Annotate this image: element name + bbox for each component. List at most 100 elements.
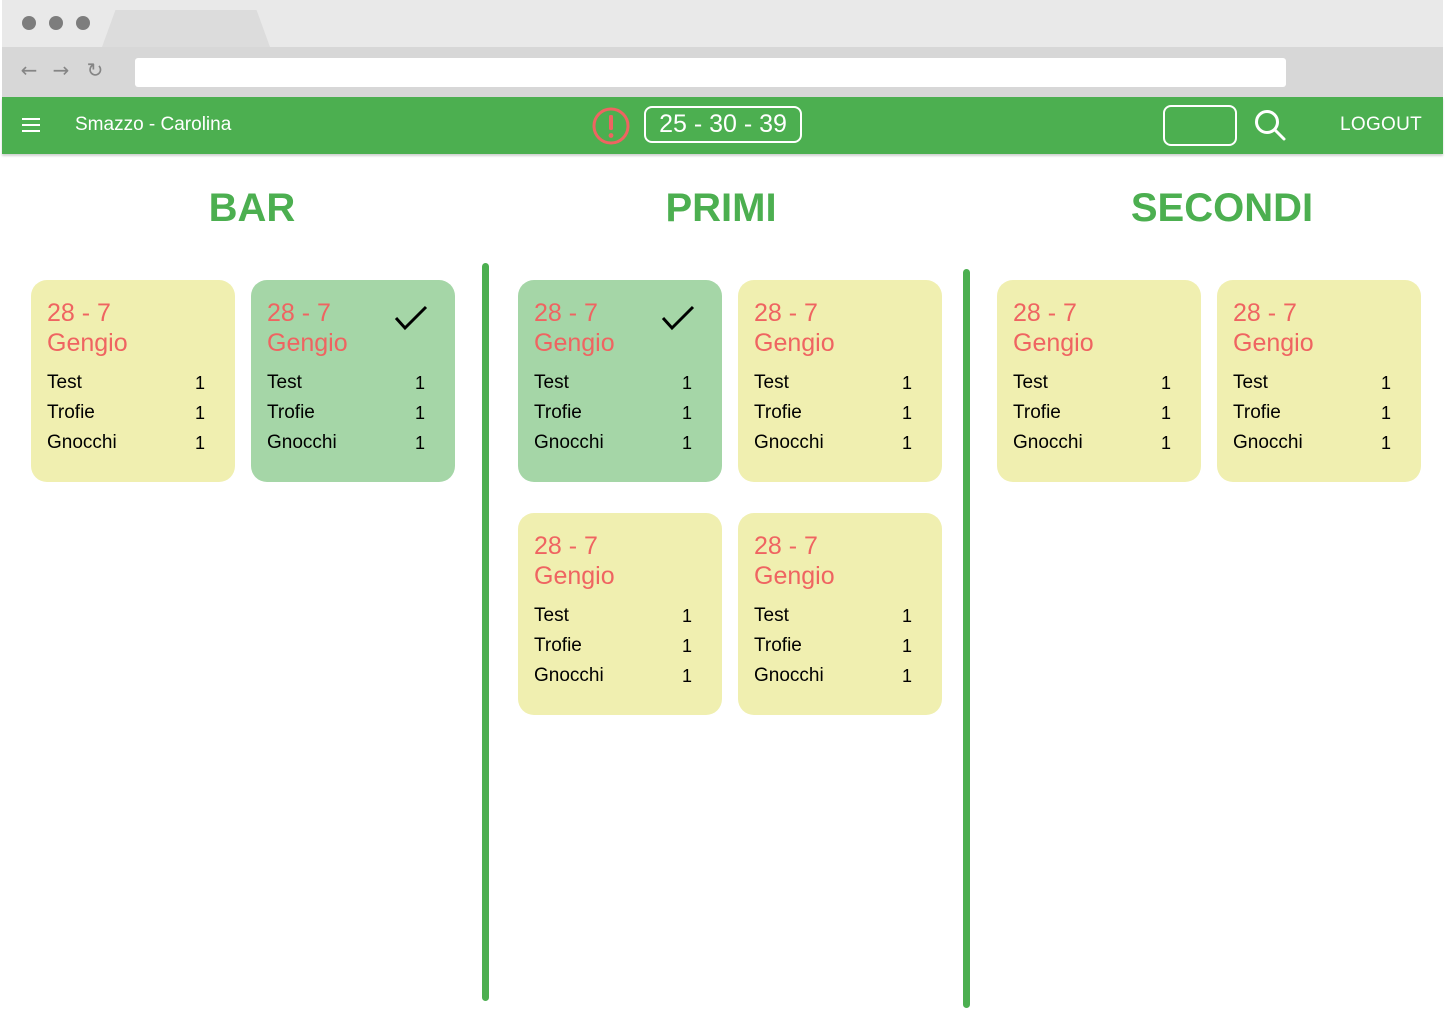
alert-icon[interactable]: [591, 106, 631, 146]
item-label: Trofie: [534, 635, 582, 656]
item-label: Gnocchi: [267, 432, 337, 453]
item-quantity: 1: [194, 433, 205, 453]
card-item-row: Gnocchi 1: [754, 661, 926, 691]
url-bar[interactable]: [135, 58, 1286, 87]
item-label: Trofie: [534, 402, 582, 423]
logout-button[interactable]: LOGOUT: [1340, 114, 1422, 136]
card-item-row: Gnocchi 1: [1233, 428, 1405, 458]
item-quantity: 1: [681, 606, 692, 626]
item-quantity: 1: [414, 403, 425, 423]
item-label: Trofie: [1233, 402, 1281, 423]
app-title: Smazzo - Carolina: [75, 114, 232, 135]
card-customer-name: Gengio: [1233, 329, 1314, 357]
card-item-row: Trofie 1: [534, 398, 706, 428]
order-card[interactable]: 28 - 7 Gengio Test 1 Trofie 1 Gnocchi 1: [518, 280, 722, 482]
column-title-bar: BAR: [208, 186, 296, 230]
back-arrow-icon[interactable]: ←: [18, 57, 40, 83]
item-label: Trofie: [47, 402, 95, 423]
card-table-number: 28 - 7: [1013, 299, 1077, 327]
item-label: Test: [1233, 372, 1268, 393]
item-label: Trofie: [1013, 402, 1061, 423]
item-quantity: 1: [1160, 403, 1171, 423]
item-label: Gnocchi: [534, 665, 604, 686]
card-table-number: 28 - 7: [534, 532, 598, 560]
item-quantity: 1: [1160, 373, 1171, 393]
card-customer-name: Gengio: [1013, 329, 1094, 357]
order-card[interactable]: 28 - 7 Gengio Test 1 Trofie 1 Gnocchi 1: [738, 280, 942, 482]
card-item-row: Test 1: [534, 368, 706, 398]
card-item-row: Trofie 1: [267, 398, 439, 428]
item-quantity: 1: [681, 403, 692, 423]
item-quantity: 1: [681, 666, 692, 686]
card-item-row: Gnocchi 1: [47, 428, 219, 458]
item-quantity: 1: [1380, 403, 1391, 423]
card-item-row: Gnocchi 1: [267, 428, 439, 458]
card-table-number: 28 - 7: [47, 299, 111, 327]
item-quantity: 1: [901, 666, 912, 686]
card-table-number: 28 - 7: [1233, 299, 1297, 327]
item-quantity: 1: [194, 373, 205, 393]
card-item-row: Test 1: [1013, 368, 1185, 398]
card-item-row: Gnocchi 1: [1013, 428, 1185, 458]
item-label: Test: [754, 372, 789, 393]
item-label: Trofie: [754, 635, 802, 656]
column-title-secondi: SECONDI: [1130, 186, 1314, 230]
item-quantity: 1: [194, 403, 205, 423]
search-icon[interactable]: [1253, 108, 1287, 142]
browser-toolbar: ← → ↻: [2, 47, 1443, 97]
card-item-row: Gnocchi 1: [534, 661, 706, 691]
item-label: Gnocchi: [534, 432, 604, 453]
window-close-dot[interactable]: [22, 16, 36, 30]
forward-arrow-icon[interactable]: →: [50, 57, 72, 83]
item-quantity: 1: [681, 433, 692, 453]
item-label: Gnocchi: [1233, 432, 1303, 453]
item-quantity: 1: [901, 433, 912, 453]
item-label: Gnocchi: [754, 665, 824, 686]
item-label: Trofie: [267, 402, 315, 423]
menu-icon[interactable]: [22, 118, 40, 132]
card-item-row: Test 1: [754, 601, 926, 631]
card-item-row: Trofie 1: [754, 398, 926, 428]
order-card[interactable]: 28 - 7 Gengio Test 1 Trofie 1 Gnocchi 1: [738, 513, 942, 715]
check-icon: [394, 305, 428, 331]
window-maximize-dot[interactable]: [76, 16, 90, 30]
order-card[interactable]: 28 - 7 Gengio Test 1 Trofie 1 Gnocchi 1: [997, 280, 1201, 482]
item-label: Test: [47, 372, 82, 393]
card-customer-name: Gengio: [47, 329, 128, 357]
item-quantity: 1: [1380, 373, 1391, 393]
card-item-row: Trofie 1: [1013, 398, 1185, 428]
card-item-row: Test 1: [754, 368, 926, 398]
column-divider: [482, 263, 489, 1001]
browser-tab[interactable]: [102, 10, 270, 47]
card-table-number: 28 - 7: [754, 532, 818, 560]
item-quantity: 1: [1160, 433, 1171, 453]
item-label: Gnocchi: [47, 432, 117, 453]
card-item-row: Trofie 1: [1233, 398, 1405, 428]
item-quantity: 1: [1380, 433, 1391, 453]
search-input[interactable]: [1163, 105, 1237, 146]
card-item-row: Gnocchi 1: [534, 428, 706, 458]
card-item-row: Test 1: [47, 368, 219, 398]
item-quantity: 1: [901, 636, 912, 656]
window-minimize-dot[interactable]: [49, 16, 63, 30]
item-quantity: 1: [901, 403, 912, 423]
order-card[interactable]: 28 - 7 Gengio Test 1 Trofie 1 Gnocchi 1: [251, 280, 455, 482]
reload-icon[interactable]: ↻: [84, 57, 106, 83]
card-item-row: Test 1: [534, 601, 706, 631]
item-label: Gnocchi: [1013, 432, 1083, 453]
order-card[interactable]: 28 - 7 Gengio Test 1 Trofie 1 Gnocchi 1: [1217, 280, 1421, 482]
card-customer-name: Gengio: [754, 329, 835, 357]
order-card[interactable]: 28 - 7 Gengio Test 1 Trofie 1 Gnocchi 1: [31, 280, 235, 482]
item-label: Test: [754, 605, 789, 626]
card-item-row: Trofie 1: [47, 398, 219, 428]
order-counter: 25 - 30 - 39: [644, 106, 802, 143]
item-label: Test: [534, 605, 569, 626]
item-label: Test: [267, 372, 302, 393]
card-item-row: Test 1: [267, 368, 439, 398]
card-table-number: 28 - 7: [754, 299, 818, 327]
column-divider: [963, 269, 970, 1008]
column-title-primi: PRIMI: [665, 186, 777, 230]
item-quantity: 1: [681, 373, 692, 393]
item-quantity: 1: [901, 606, 912, 626]
order-card[interactable]: 28 - 7 Gengio Test 1 Trofie 1 Gnocchi 1: [518, 513, 722, 715]
